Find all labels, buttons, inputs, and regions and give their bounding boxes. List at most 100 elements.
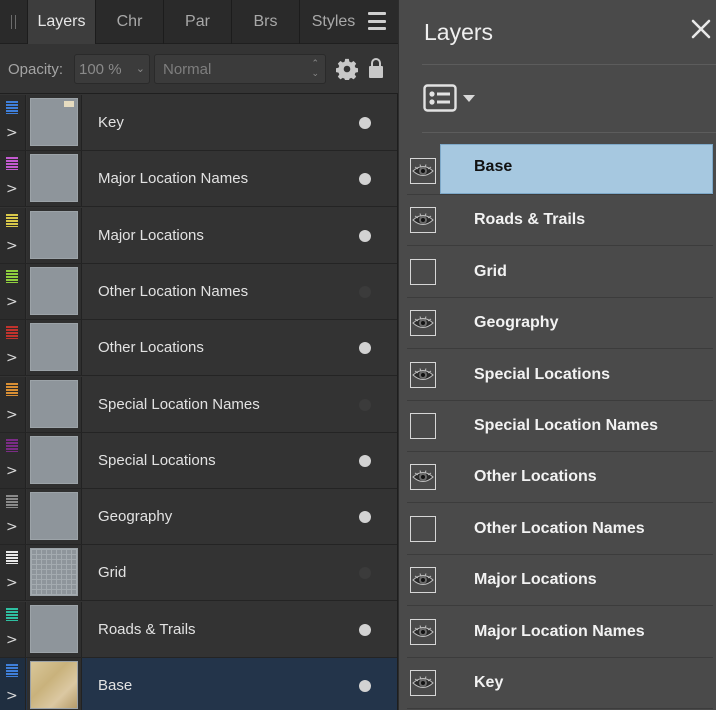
layer-thumbnail bbox=[27, 263, 82, 319]
dialog-layer-row-base[interactable]: Base bbox=[407, 144, 713, 195]
chevron-down-icon[interactable]: ⌄ bbox=[136, 62, 145, 75]
eye-icon[interactable] bbox=[410, 310, 436, 337]
layer-color-strip: > bbox=[0, 95, 26, 150]
layer-color-strip: > bbox=[0, 263, 26, 319]
layer-row-geography[interactable]: > Geography bbox=[0, 489, 397, 546]
tab-character[interactable]: Chr bbox=[95, 0, 163, 44]
eye-icon[interactable] bbox=[410, 464, 436, 491]
dialog-layer-row-major-location-names[interactable]: Major Location Names bbox=[407, 607, 713, 658]
eye-icon[interactable] bbox=[410, 567, 436, 594]
dialog-layer-name: Major Locations bbox=[474, 571, 597, 589]
layer-thumbnail bbox=[27, 432, 82, 488]
eye-icon[interactable] bbox=[410, 670, 436, 696]
tab-layers[interactable]: Layers bbox=[27, 0, 95, 44]
lock-icon[interactable] bbox=[368, 57, 384, 79]
layer-color-strip: > bbox=[0, 376, 26, 432]
layer-color-tag-icon bbox=[6, 664, 18, 677]
dialog-layer-row-other-location-names[interactable]: Other Location Names bbox=[407, 504, 713, 555]
dialog-layer-row-special-locations[interactable]: Special Locations bbox=[407, 350, 713, 401]
panel-tab-bar: Layers Chr Par Brs Styles bbox=[0, 0, 398, 44]
dialog-layer-row-other-locations[interactable]: Other Locations bbox=[407, 452, 713, 504]
empty-checkbox[interactable] bbox=[410, 413, 436, 439]
dialog-layer-name: Grid bbox=[474, 262, 507, 280]
dialog-layer-row-special-location-names[interactable]: Special Location Names bbox=[407, 401, 713, 452]
visibility-dot-icon[interactable] bbox=[359, 342, 371, 355]
visibility-dot-icon[interactable] bbox=[359, 398, 371, 411]
layer-color-strip: > bbox=[0, 545, 26, 601]
expand-arrow-icon[interactable]: > bbox=[6, 632, 18, 648]
close-icon[interactable] bbox=[691, 19, 711, 39]
expand-arrow-icon[interactable]: > bbox=[6, 294, 18, 310]
expand-arrow-icon[interactable]: > bbox=[6, 407, 18, 423]
eye-icon[interactable] bbox=[410, 207, 436, 234]
layer-row-grid[interactable]: > Grid bbox=[0, 545, 397, 602]
layer-row-base[interactable]: > Base bbox=[0, 658, 397, 710]
layer-row-special-location-names[interactable]: > Special Location Names bbox=[0, 376, 397, 433]
layer-row-key[interactable]: > Key bbox=[0, 95, 397, 151]
visibility-dot-icon[interactable] bbox=[359, 567, 371, 580]
visibility-dot-icon[interactable] bbox=[359, 454, 371, 467]
layer-color-tag-icon bbox=[6, 495, 18, 509]
expand-arrow-icon[interactable]: > bbox=[6, 125, 18, 141]
opacity-field[interactable]: 100 % ⌄ bbox=[74, 54, 150, 84]
layer-thumbnail bbox=[27, 601, 82, 657]
layer-row-major-location-names[interactable]: > Major Location Names bbox=[0, 151, 397, 208]
panel-menu-icon[interactable] bbox=[368, 12, 386, 30]
dialog-layer-name: Base bbox=[474, 158, 513, 175]
empty-checkbox[interactable] bbox=[410, 515, 436, 542]
eye-icon[interactable] bbox=[410, 618, 436, 645]
visibility-dot-icon[interactable] bbox=[359, 623, 371, 636]
layer-row-other-location-names[interactable]: > Other Location Names bbox=[0, 263, 397, 320]
expand-arrow-icon[interactable]: > bbox=[6, 519, 18, 535]
layer-thumbnail bbox=[27, 320, 82, 376]
visibility-dot-icon[interactable] bbox=[359, 229, 371, 242]
visibility-dot-icon[interactable] bbox=[359, 285, 371, 298]
layer-name: Major Locations bbox=[98, 226, 204, 244]
caret-down-icon[interactable] bbox=[463, 95, 475, 102]
eye-icon[interactable] bbox=[410, 158, 436, 184]
visibility-dot-icon[interactable] bbox=[359, 173, 371, 186]
layer-thumbnail bbox=[27, 376, 82, 432]
layer-thumbnail bbox=[27, 207, 82, 263]
dialog-layer-name: Other Locations bbox=[474, 468, 597, 486]
empty-checkbox[interactable] bbox=[410, 258, 436, 285]
divider bbox=[422, 64, 716, 65]
layer-row-major-locations[interactable]: > Major Locations bbox=[0, 207, 397, 264]
layer-thumbnail bbox=[27, 545, 82, 601]
visibility-dot-icon[interactable] bbox=[359, 680, 371, 692]
layer-row-roads-and-trails[interactable]: > Roads & Trails bbox=[0, 601, 397, 658]
expand-arrow-icon[interactable]: > bbox=[6, 688, 18, 704]
layer-thumbnail-image bbox=[30, 604, 78, 653]
layer-color-tag-icon bbox=[6, 213, 18, 227]
layer-thumbnail bbox=[27, 151, 82, 207]
dialog-layer-row-roads-and-trails[interactable]: Roads & Trails bbox=[407, 195, 713, 247]
layer-color-tag-icon bbox=[6, 326, 18, 340]
layer-thumbnail-image bbox=[30, 492, 78, 541]
layer-color-tag-icon bbox=[6, 551, 18, 565]
expand-arrow-icon[interactable]: > bbox=[6, 238, 18, 254]
blend-mode-select[interactable]: Normal ⌃ ⌄ bbox=[154, 54, 326, 84]
visibility-dot-icon[interactable] bbox=[359, 511, 371, 524]
expand-arrow-icon[interactable]: > bbox=[6, 575, 18, 591]
dialog-layer-row-key[interactable]: Key bbox=[407, 658, 713, 709]
expand-arrow-icon[interactable]: > bbox=[6, 463, 18, 479]
eye-icon[interactable] bbox=[410, 361, 436, 388]
tab-paragraph[interactable]: Par bbox=[163, 0, 231, 44]
tab-brushes[interactable]: Brs bbox=[231, 0, 299, 44]
divider bbox=[422, 132, 716, 133]
layer-color-strip: > bbox=[0, 432, 26, 488]
gear-icon[interactable] bbox=[336, 58, 358, 80]
panel-grip-handle[interactable] bbox=[0, 0, 27, 44]
dialog-layer-row-geography[interactable]: Geography bbox=[407, 298, 713, 350]
layer-row-special-locations[interactable]: > Special Locations bbox=[0, 432, 397, 489]
layer-color-strip: > bbox=[0, 601, 26, 657]
tab-styles[interactable]: Styles bbox=[299, 0, 367, 44]
list-view-icon[interactable] bbox=[423, 84, 457, 112]
dialog-layer-row-grid[interactable]: Grid bbox=[407, 247, 713, 298]
expand-arrow-icon[interactable]: > bbox=[6, 181, 18, 197]
layer-row-other-locations[interactable]: > Other Locations bbox=[0, 320, 397, 377]
visibility-dot-icon[interactable] bbox=[359, 117, 371, 129]
expand-arrow-icon[interactable]: > bbox=[6, 350, 18, 366]
dialog-layer-row-major-locations[interactable]: Major Locations bbox=[407, 555, 713, 607]
layer-color-tag-icon bbox=[6, 269, 18, 283]
